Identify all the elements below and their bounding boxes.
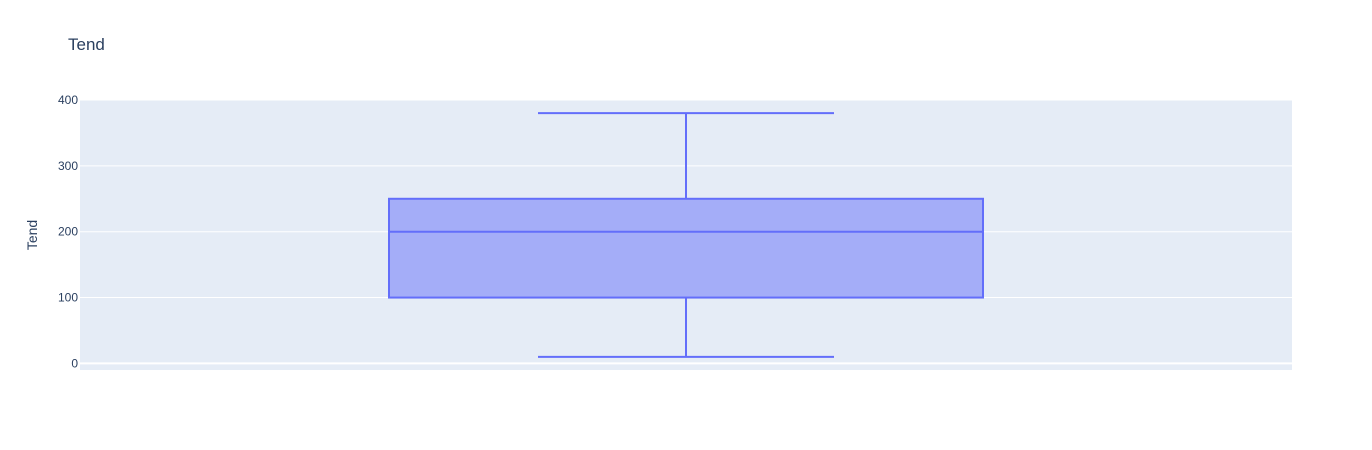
iqr-box[interactable] (388, 197, 984, 299)
y-tick-label: 400 (58, 93, 78, 107)
y-tick-label: 100 (58, 291, 78, 305)
chart-canvas: 0 100 200 300 400 Tend Tend (24, 35, 1292, 370)
y-tick-label: 200 (58, 225, 78, 239)
y-tick-label: 300 (58, 159, 78, 173)
y-axis-ticks: 0 100 200 300 400 (58, 93, 78, 370)
box-plot-chart: 0 100 200 300 400 Tend Tend (0, 0, 1372, 450)
chart-title: Tend (68, 35, 105, 54)
y-tick-label: 0 (71, 356, 78, 370)
y-axis-title: Tend (24, 220, 40, 250)
